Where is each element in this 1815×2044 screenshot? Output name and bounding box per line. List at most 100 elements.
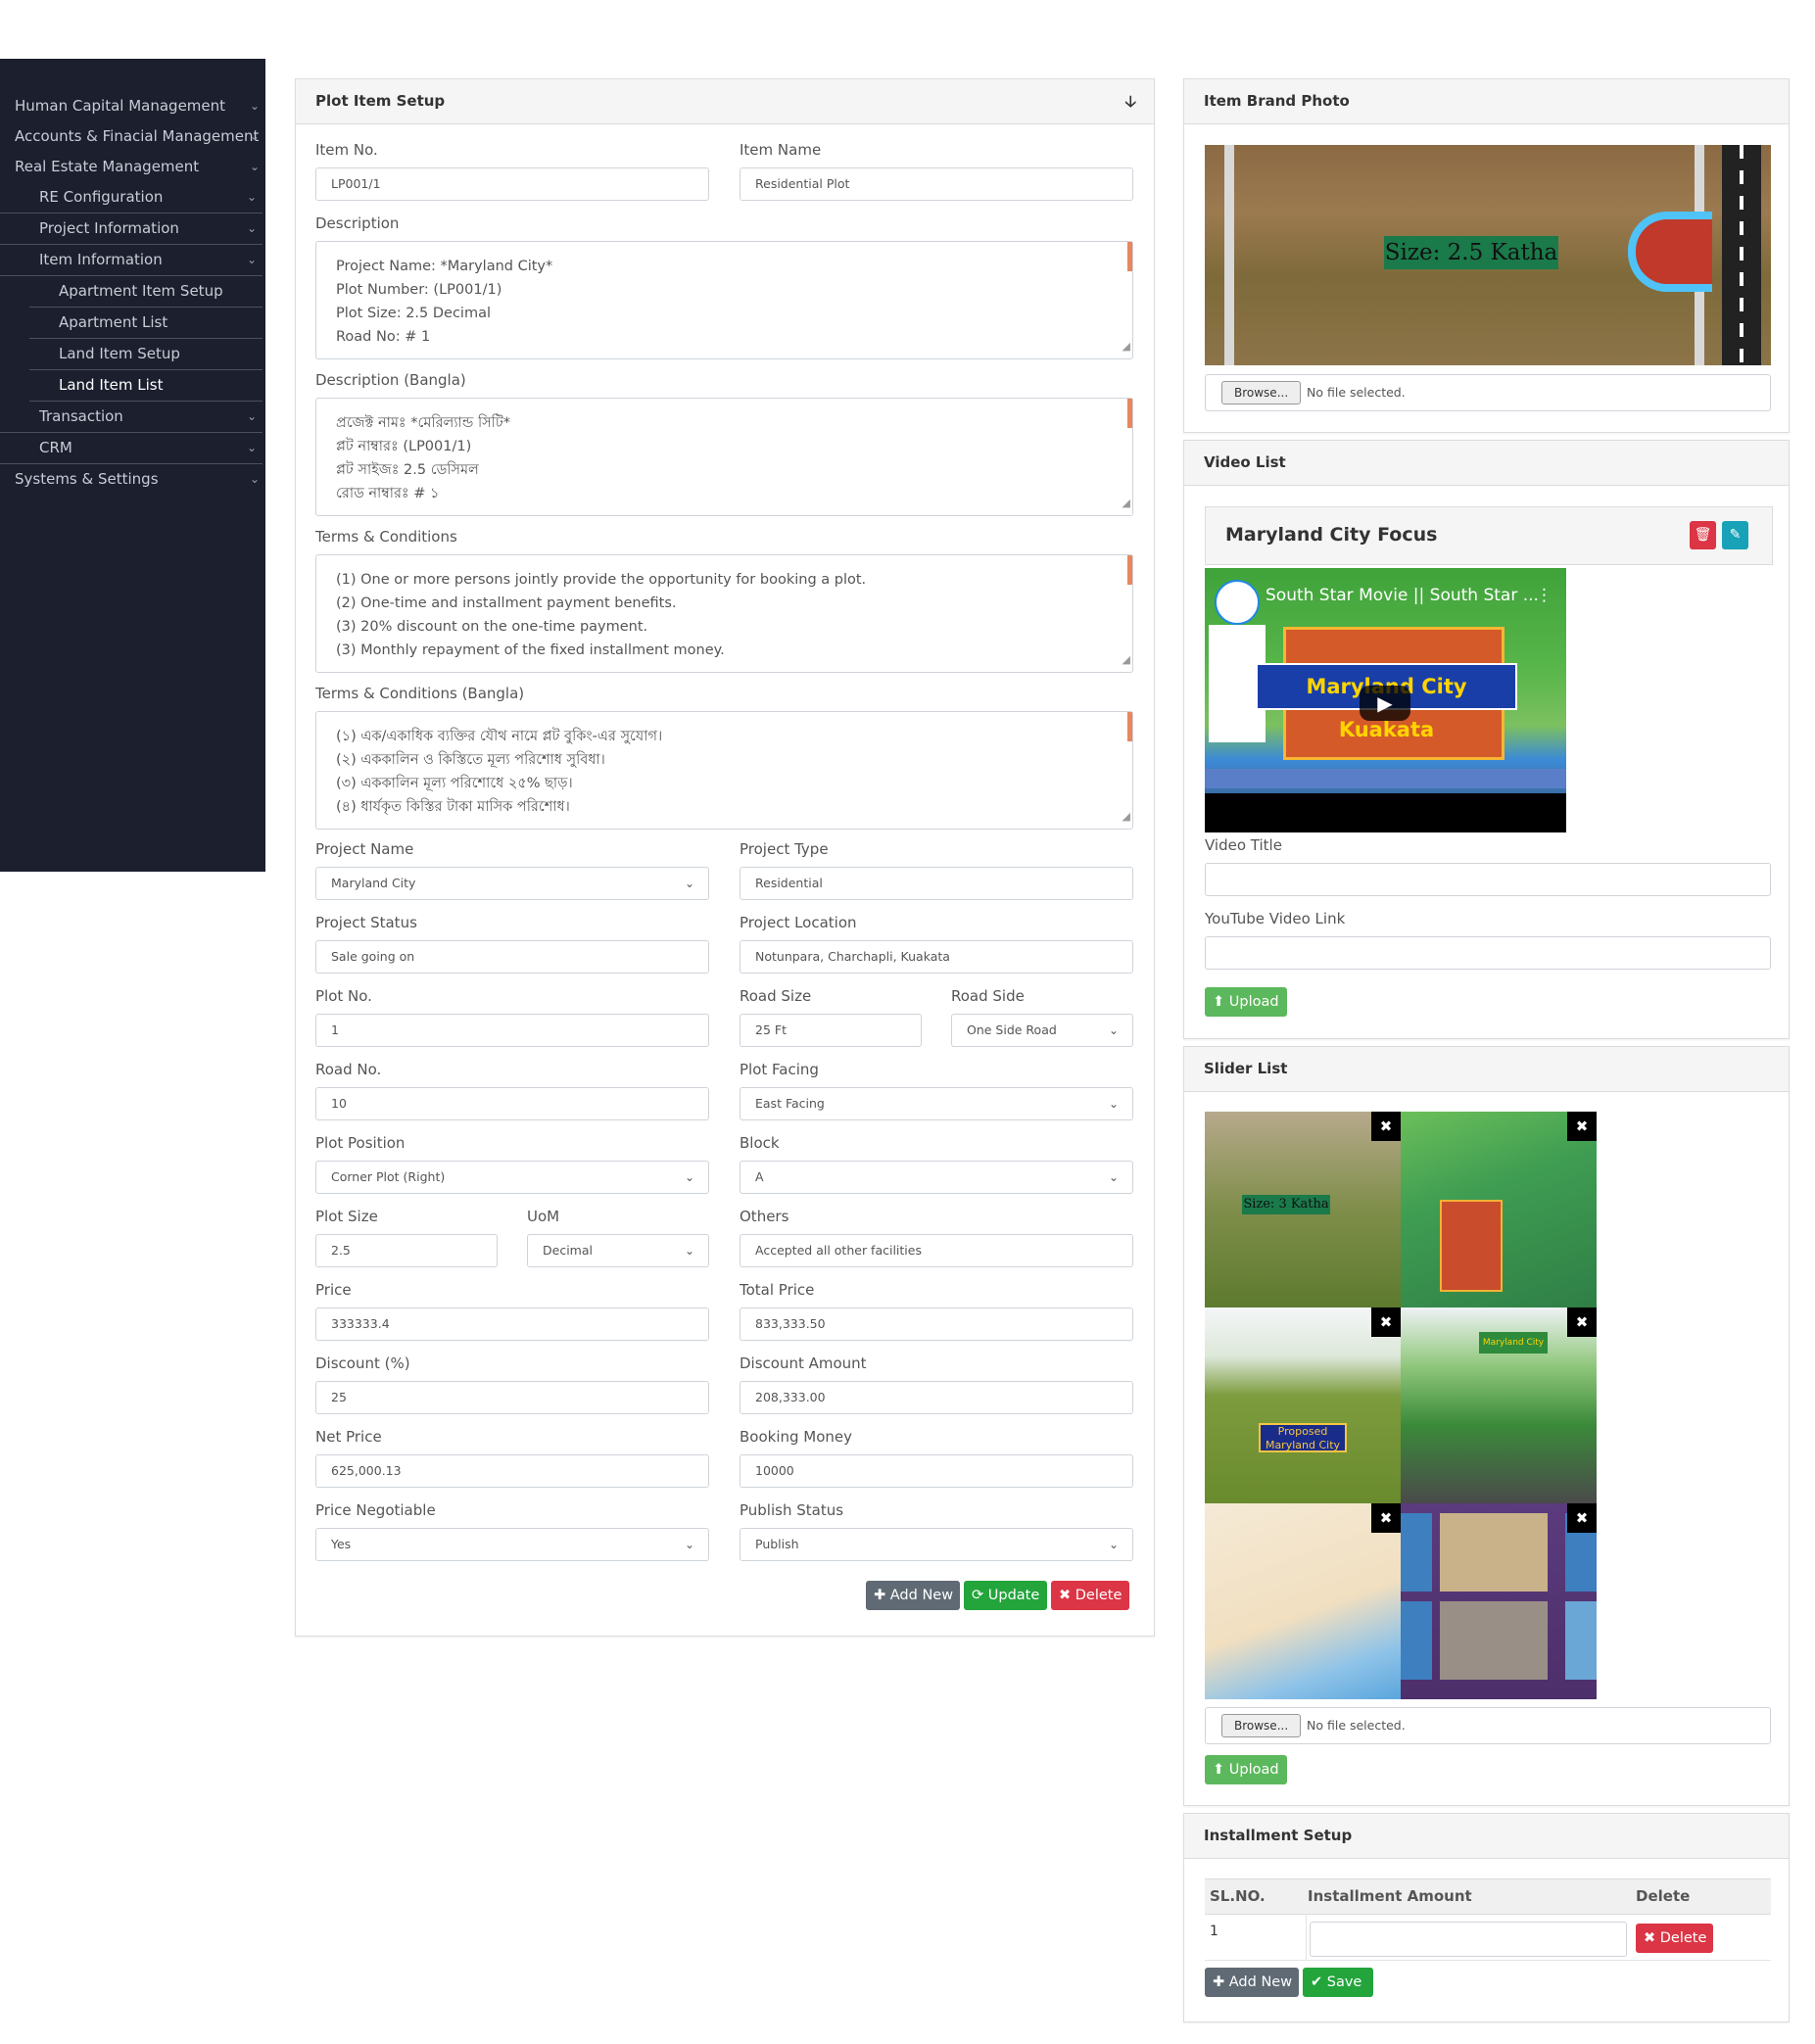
resize-handle-icon[interactable]: ◢: [1122, 492, 1130, 515]
sidebar-item-label: Human Capital Management: [15, 97, 226, 115]
button-label: Update: [987, 1588, 1040, 1603]
sidebar-item-transaction[interactable]: Transaction ⌄: [0, 402, 263, 433]
project-type-field[interactable]: Residential: [740, 867, 1133, 900]
video-upload-button[interactable]: ⬆ Upload: [1205, 987, 1287, 1017]
remove-slide-icon[interactable]: ✖: [1371, 1112, 1401, 1141]
browse-button[interactable]: Browse...: [1221, 1714, 1302, 1737]
project-name-select[interactable]: Maryland City ⌄: [315, 867, 709, 900]
scrollbar[interactable]: [1127, 712, 1132, 741]
scrollbar[interactable]: [1127, 399, 1132, 428]
others-field[interactable]: Accepted all other facilities: [740, 1234, 1133, 1267]
video-thumbnail[interactable]: South Star Movie || South Star ... ⋮ Mar…: [1205, 568, 1566, 832]
sidebar-item-accounts[interactable]: Accounts & Finacial Management ⌄: [0, 121, 265, 152]
booking-money-field[interactable]: 10000: [740, 1454, 1133, 1488]
chevron-down-icon: ⌄: [1108, 1023, 1119, 1037]
youtube-link-input[interactable]: [1205, 936, 1771, 970]
block-select[interactable]: A ⌄: [740, 1161, 1133, 1194]
remove-slide-icon[interactable]: ✖: [1371, 1503, 1401, 1533]
brand-photo-file-input[interactable]: Browse... No file selected.: [1205, 374, 1771, 411]
update-button[interactable]: ⟳ Update: [964, 1581, 1047, 1610]
block-label: Block: [740, 1134, 780, 1152]
net-price-field[interactable]: 625,000.13: [315, 1454, 709, 1488]
total-price-field[interactable]: 833,333.50: [740, 1307, 1133, 1341]
sidebar-item-human-capital[interactable]: Human Capital Management ⌄: [0, 91, 265, 121]
sidebar-item-systems-settings[interactable]: Systems & Settings ⌄: [0, 464, 265, 495]
temple-photo: [1440, 1513, 1548, 1592]
sidebar-item-item-information[interactable]: Item Information ⌄: [0, 245, 263, 276]
price-field[interactable]: 333333.4: [315, 1307, 709, 1341]
sidebar-item-apartment-list[interactable]: Apartment List: [29, 308, 263, 339]
resize-handle-icon[interactable]: ◢: [1122, 648, 1130, 672]
price-negotiable-select[interactable]: Yes ⌄: [315, 1528, 709, 1561]
sidebar-item-apartment-item-setup[interactable]: Apartment Item Setup: [29, 276, 263, 308]
sidebar-item-re-configuration[interactable]: RE Configuration ⌄: [0, 182, 263, 214]
road-size-field[interactable]: 25 Ft: [740, 1014, 922, 1047]
row-delete-button[interactable]: ✖ Delete: [1636, 1924, 1713, 1953]
plot-size-field[interactable]: 2.5: [315, 1234, 498, 1267]
sidebar-item-land-item-setup[interactable]: Land Item Setup: [29, 339, 263, 370]
sidebar-item-label: CRM: [39, 439, 72, 456]
delete-button[interactable]: ✖ Delete: [1051, 1581, 1129, 1610]
sidebar-item-label: Item Information: [39, 251, 163, 268]
discount-field[interactable]: 25: [315, 1381, 709, 1414]
add-new-button[interactable]: ✚ Add New: [866, 1581, 960, 1610]
installment-add-new-button[interactable]: ✚ Add New: [1205, 1968, 1299, 1997]
resize-handle-icon[interactable]: ◢: [1122, 335, 1130, 358]
more-icon[interactable]: ⋮: [1536, 586, 1552, 605]
select-value: Corner Plot (Right): [331, 1169, 446, 1184]
project-location-field[interactable]: Notunpara, Charchapli, Kuakata: [740, 940, 1133, 974]
fence-post: [1224, 145, 1234, 365]
road-no-field[interactable]: 10: [315, 1087, 709, 1120]
chevron-down-icon: ⌄: [684, 1244, 694, 1258]
remove-slide-icon[interactable]: ✖: [1371, 1307, 1401, 1337]
installment-save-button[interactable]: ✔ Save: [1303, 1968, 1373, 1997]
chevron-down-icon: ⌄: [684, 1170, 694, 1184]
remove-slide-icon[interactable]: ✖: [1567, 1503, 1597, 1533]
browse-button[interactable]: Browse...: [1221, 381, 1302, 404]
column-header: SL.NO.: [1210, 1887, 1266, 1905]
terms-textarea[interactable]: (1) One or more persons jointly provide …: [315, 554, 1133, 673]
plot-no-field[interactable]: 1: [315, 1014, 709, 1047]
video-title-label: Video Title: [1205, 836, 1282, 854]
upload-icon: ⬆: [1213, 994, 1229, 1010]
item-no-field[interactable]: LP001/1: [315, 167, 709, 201]
select-value: East Facing: [755, 1096, 825, 1111]
slider-upload-button[interactable]: ⬆ Upload: [1205, 1755, 1287, 1784]
plot-position-label: Plot Position: [315, 1134, 406, 1152]
trash-icon[interactable]: 🗑: [1690, 521, 1716, 549]
installment-amount-input[interactable]: [1310, 1922, 1627, 1957]
slide-sign: Maryland City: [1479, 1332, 1548, 1354]
scrollbar[interactable]: [1127, 242, 1132, 271]
resize-handle-icon[interactable]: ◢: [1122, 805, 1130, 829]
item-name-field[interactable]: Residential Plot: [740, 167, 1133, 201]
remove-slide-icon[interactable]: ✖: [1567, 1112, 1597, 1141]
uom-select[interactable]: Decimal ⌄: [527, 1234, 709, 1267]
plot-position-select[interactable]: Corner Plot (Right) ⌄: [315, 1161, 709, 1194]
publish-status-select[interactable]: Publish ⌄: [740, 1528, 1133, 1561]
text-line: Road No: # 1: [336, 329, 431, 345]
sidebar-item-crm[interactable]: CRM ⌄: [0, 433, 263, 464]
sidebar-item-real-estate[interactable]: Real Estate Management ⌄: [0, 152, 265, 182]
plot-facing-select[interactable]: East Facing ⌄: [740, 1087, 1133, 1120]
sidebar-item-land-item-list[interactable]: Land Item List: [29, 370, 263, 402]
plus-icon: ✚: [1213, 1974, 1229, 1990]
edit-icon[interactable]: ✎: [1722, 521, 1748, 549]
project-status-field[interactable]: Sale going on: [315, 940, 709, 974]
road-side-select[interactable]: One Side Road ⌄: [951, 1014, 1133, 1047]
video-title-input[interactable]: [1205, 863, 1771, 896]
slider-file-input[interactable]: Browse... No file selected.: [1205, 1707, 1771, 1744]
project-location-label: Project Location: [740, 914, 857, 931]
text-line: প্লট সাইজঃ 2.5 ডেসিমল: [336, 462, 479, 478]
arrow-down-icon[interactable]: 🡣: [1125, 79, 1137, 123]
remove-slide-icon[interactable]: ✖: [1567, 1307, 1597, 1337]
play-icon[interactable]: ▶: [1360, 686, 1410, 721]
text-line: (৪) ধার্যকৃত কিস্তির টাকা মাসিক পরিশোধ।: [336, 799, 570, 815]
terms-bangla-textarea[interactable]: (১) এক/একাধিক ব্যক্তির যৌথ নামে প্লট বুক…: [315, 711, 1133, 830]
discount-amount-field[interactable]: 208,333.00: [740, 1381, 1133, 1414]
chevron-down-icon: ⌄: [246, 441, 257, 454]
description-textarea[interactable]: Project Name: *Maryland City* Plot Numbe…: [315, 241, 1133, 359]
scrollbar[interactable]: [1127, 555, 1132, 585]
select-value: Publish: [755, 1537, 799, 1551]
sidebar-item-project-information[interactable]: Project Information ⌄: [0, 214, 263, 245]
description-bangla-textarea[interactable]: প্রজেক্ট নামঃ *মেরিল্যান্ড সিটি* প্লট না…: [315, 398, 1133, 516]
